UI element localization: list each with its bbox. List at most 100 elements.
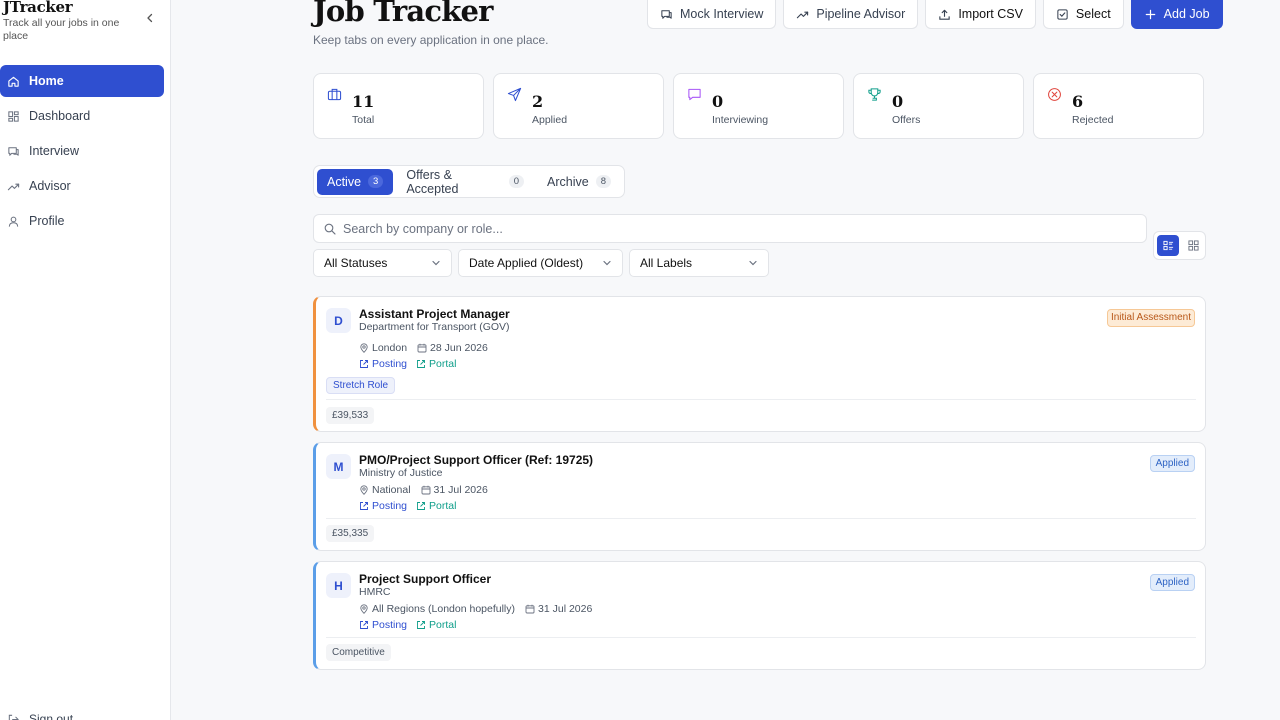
sidebar-item-label: Dashboard — [29, 109, 91, 123]
posting-link[interactable]: Posting — [359, 619, 407, 631]
job-company: Ministry of Justice — [359, 467, 443, 479]
chevron-down-icon — [749, 260, 757, 266]
search-input[interactable] — [343, 221, 1123, 236]
stat-value: 0 — [892, 92, 904, 111]
chat-icon — [688, 88, 701, 101]
view-toggle — [1153, 231, 1206, 260]
job-links: Posting Portal — [359, 500, 465, 512]
list-view-icon — [1162, 240, 1173, 251]
grid-view-button[interactable] — [1182, 235, 1204, 256]
job-role: Assistant Project Manager — [359, 307, 510, 321]
brand-tagline: Track all your jobs in one place — [3, 17, 120, 42]
calendar-icon — [417, 343, 427, 353]
posting-link-label: Posting — [372, 500, 408, 512]
checkbox-icon — [1057, 8, 1068, 20]
portal-link[interactable]: Portal — [416, 358, 456, 370]
portal-link-label: Portal — [429, 500, 457, 512]
external-link-icon — [360, 360, 368, 368]
tab-count: 3 — [368, 175, 384, 188]
stat-card-interviewing: 0 Interviewing — [673, 73, 844, 139]
status-badge: Applied — [1149, 455, 1195, 472]
tab-active[interactable]: Active 3 — [317, 168, 394, 195]
mock-interview-label: Mock Interview — [680, 7, 764, 21]
sidebar-item-advisor[interactable]: Advisor — [0, 170, 164, 202]
dashboard-icon — [8, 110, 19, 122]
calendar-icon — [525, 604, 535, 614]
posting-link[interactable]: Posting — [359, 500, 407, 512]
portal-link[interactable]: Portal — [416, 619, 456, 631]
stat-card-rejected: 6 Rejected — [1033, 73, 1204, 139]
sidebar-item-label: Advisor — [29, 179, 71, 193]
job-company: Department for Transport (GOV) — [359, 321, 510, 333]
briefcase-icon — [327, 88, 342, 101]
tab-label: Archive — [547, 174, 589, 189]
portal-link-label: Portal — [429, 619, 457, 631]
toolbar: Mock Interview Pipeline Advisor Import C… — [647, 0, 1223, 29]
job-meta: National 31 Jul 2026 — [359, 484, 488, 496]
external-link-icon — [360, 502, 368, 510]
stat-value: 2 — [532, 92, 544, 111]
job-location: National — [372, 484, 411, 496]
sort-select[interactable]: Date Applied (Oldest) — [458, 249, 623, 277]
portal-link-label: Portal — [429, 358, 457, 370]
grid-view-icon — [1187, 240, 1199, 251]
stat-card-total: 11 Total — [313, 73, 484, 139]
sidebar: JTracker Track all your jobs in one plac… — [0, 0, 171, 720]
trending-icon — [797, 11, 809, 18]
stat-value: 11 — [352, 92, 375, 111]
posting-link-label: Posting — [372, 619, 408, 631]
select-button[interactable]: Select — [1042, 0, 1124, 29]
chat-icon — [661, 9, 672, 19]
tab-label: Active — [327, 174, 362, 189]
stat-label: Rejected — [1072, 114, 1114, 126]
external-link-icon — [417, 502, 425, 510]
job-label-chip: Stretch Role — [326, 377, 396, 394]
pipeline-advisor-label: Pipeline Advisor — [816, 7, 906, 21]
status-filter-select[interactable]: All Statuses — [313, 249, 452, 277]
add-job-button[interactable]: Add Job — [1130, 0, 1223, 29]
labels-filter-select[interactable]: All Labels — [629, 249, 769, 277]
sign-out-button[interactable]: Sign out — [7, 712, 73, 720]
company-avatar: H — [326, 573, 351, 598]
sidebar-item-interview[interactable]: Interview — [0, 135, 164, 167]
job-card[interactable]: H Project Support Officer HMRC All Regio… — [313, 561, 1206, 670]
list-view-button[interactable] — [1157, 235, 1179, 256]
mock-interview-button[interactable]: Mock Interview — [647, 0, 777, 29]
import-csv-button[interactable]: Import CSV — [925, 0, 1036, 29]
sidebar-item-label: Profile — [29, 214, 65, 228]
status-badge: Initial Assessment — [1107, 309, 1195, 327]
interview-icon — [8, 146, 19, 156]
external-link-icon — [417, 360, 425, 368]
send-icon — [507, 87, 522, 102]
job-card[interactable]: M PMO/Project Support Officer (Ref: 1972… — [313, 442, 1206, 551]
card-divider — [326, 399, 1196, 400]
log-out-icon — [8, 714, 19, 720]
salary-chip: £39,533 — [326, 407, 375, 424]
job-card[interactable]: D Assistant Project Manager Department f… — [313, 296, 1206, 432]
tab-offers-accepted[interactable]: Offers & Accepted 0 — [396, 168, 534, 196]
trophy-icon — [868, 88, 881, 101]
company-avatar: M — [326, 454, 351, 479]
brand-title: JTracker — [3, 0, 73, 16]
sidebar-item-label: Interview — [29, 144, 80, 158]
page-title: Job Tracker — [313, 0, 493, 28]
portal-link[interactable]: Portal — [416, 500, 456, 512]
stats-row: 11 Total 2 Applied 0 Interviewing 0 Offe… — [313, 73, 1204, 139]
job-meta: London 28 Jun 2026 — [359, 342, 488, 354]
chevron-left-icon — [147, 13, 153, 23]
plus-icon — [1145, 9, 1155, 19]
user-icon — [8, 216, 19, 227]
sidebar-item-dashboard[interactable]: Dashboard — [0, 100, 164, 132]
posting-link[interactable]: Posting — [359, 358, 407, 370]
add-job-label: Add Job — [1163, 7, 1210, 21]
sidebar-item-home[interactable]: Home — [0, 65, 164, 97]
sidebar-item-label: Home — [29, 74, 64, 88]
collapse-sidebar-button[interactable] — [144, 12, 156, 24]
pipeline-advisor-button[interactable]: Pipeline Advisor — [783, 0, 919, 29]
sidebar-item-profile[interactable]: Profile — [0, 205, 164, 237]
stat-label: Applied — [532, 114, 568, 126]
card-divider — [326, 637, 1196, 638]
stat-label: Offers — [892, 114, 921, 126]
tab-archive[interactable]: Archive 8 — [537, 169, 621, 195]
sign-out-label: Sign out — [29, 712, 74, 720]
